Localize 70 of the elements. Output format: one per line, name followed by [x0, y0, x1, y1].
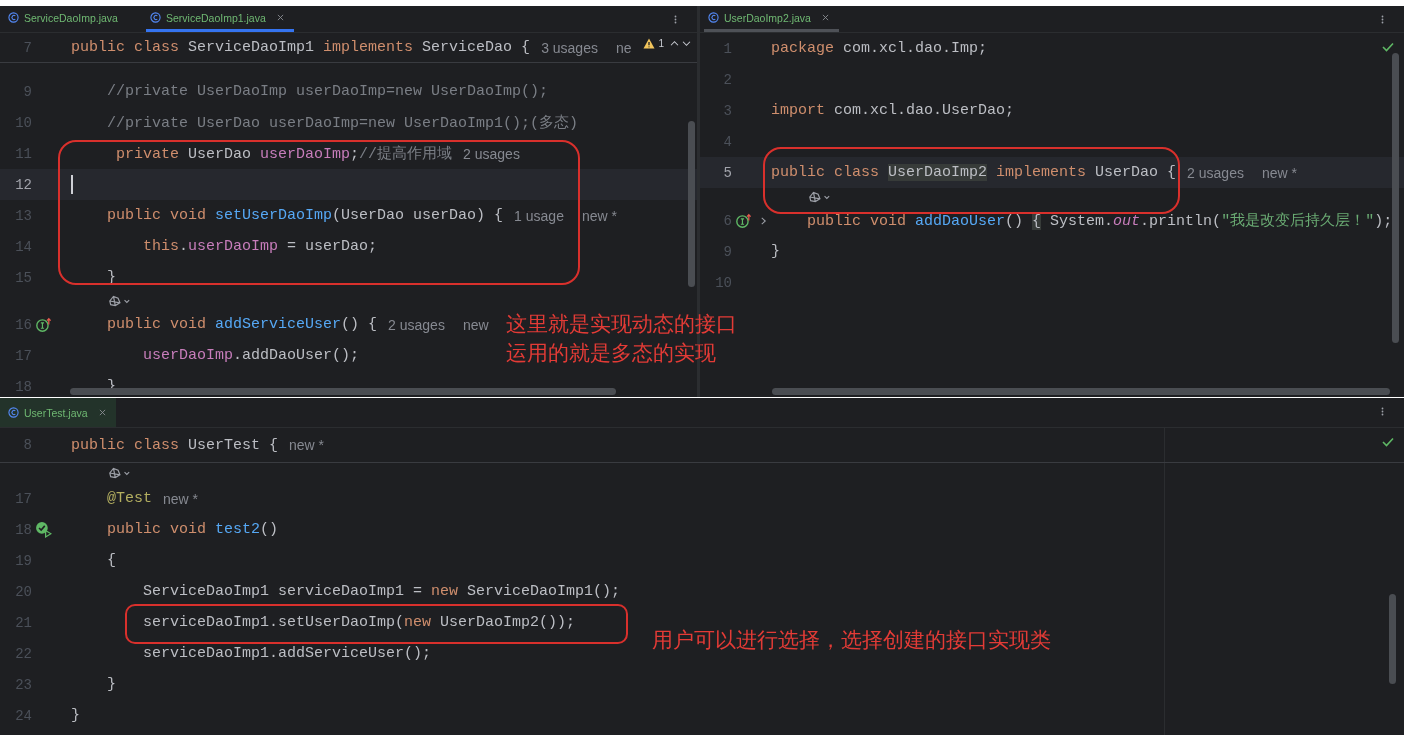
close-icon[interactable] — [821, 14, 829, 21]
code-line: package com.xcl.dao.Imp; — [771, 40, 988, 57]
usage-hint[interactable]: 2 usages — [1187, 164, 1244, 181]
class-icon — [708, 12, 719, 23]
code-line: } — [771, 243, 780, 260]
usage-hint[interactable]: 2 usages — [463, 145, 520, 162]
usage-hint[interactable]: new — [462, 316, 489, 333]
usage-hint[interactable]: 2 usages — [388, 316, 445, 333]
class-icon — [149, 12, 161, 23]
assistant-icon[interactable] — [107, 294, 131, 308]
class-icon — [8, 12, 19, 23]
scrollbar[interactable] — [1389, 594, 1396, 684]
chevron-up-icon[interactable] — [670, 40, 679, 47]
scrollbar[interactable] — [688, 121, 695, 287]
code-line: serviceDaoImp1.addServiceUser(); — [143, 645, 432, 662]
check-icon[interactable] — [1382, 437, 1394, 447]
code-line: serviceDaoImp1.setUserDaoImp(new UserDaoImp2()); — [143, 614, 576, 631]
editor-tab[interactable]: UserTest.java — [0, 398, 116, 427]
usage-hint[interactable]: 1 usage — [514, 207, 564, 224]
more-icon[interactable] — [1381, 406, 1384, 417]
check-icon[interactable] — [1382, 42, 1394, 52]
line-number: 5 — [722, 164, 732, 181]
code-line: @Test — [107, 490, 152, 507]
usage-hint[interactable]: new * — [1261, 164, 1297, 181]
code-line: public void addServiceUser() { — [107, 316, 378, 333]
more-icon[interactable] — [1381, 14, 1384, 25]
chevron-right-icon[interactable] — [760, 215, 767, 226]
warning-icon[interactable] — [643, 38, 656, 49]
code-line: } — [71, 707, 80, 724]
editor-tab[interactable]: UserDaoImp2.java — [704, 6, 839, 32]
usage-hint[interactable]: 3 usages — [541, 39, 598, 56]
code-line: public class UserTest { — [71, 436, 279, 454]
code-line: ServiceDaoImp1 serviceDaoImp1 = new ServiceDaoImp1(); — [143, 583, 621, 600]
more-icon[interactable] — [674, 14, 677, 25]
scrollbar[interactable] — [772, 388, 1390, 395]
editor-tab[interactable]: ServiceDaoImp.java — [4, 6, 128, 32]
assistant-icon[interactable] — [807, 189, 831, 204]
code-line: import com.xcl.dao.UserDao; — [771, 102, 1015, 119]
code-line: //private UserDaoImp userDaoImp=new UserDaoImp(); — [107, 83, 549, 100]
editor-tab[interactable]: ServiceDaoImp1.java — [145, 6, 294, 32]
code-line: private UserDao userDaoImp;//提高作用域 — [115, 144, 453, 163]
code-line: } — [107, 676, 116, 693]
usage-hint[interactable]: new * — [289, 437, 325, 453]
code-line: public class ServiceDaoImp1 implements ServiceDao { — [71, 39, 531, 56]
annotation-note: 这里就是实现动态的接口 运用的就是多态的实现 — [506, 311, 737, 367]
code-line: { — [107, 552, 116, 569]
code-line: public void addDaoUser() { System.out.println("我是改变后持久层！"); — [807, 211, 1393, 230]
class-icon — [8, 407, 19, 418]
code-line: public void setUserDaoImp(UserDao userDao) { — [107, 207, 504, 224]
implementation-icon[interactable] — [735, 213, 752, 228]
line-number: 12 — [14, 176, 32, 193]
code-line: userDaoImp.addDaoUser(); — [143, 347, 360, 364]
close-icon[interactable] — [276, 14, 284, 21]
implementation-icon[interactable] — [35, 317, 52, 332]
run-test-icon[interactable] — [35, 521, 52, 538]
code-line: public class UserDaoImp2 implements UserDao { — [771, 164, 1177, 181]
text-cursor — [71, 175, 73, 194]
assistant-icon[interactable] — [107, 466, 131, 480]
code-line: this.userDaoImp = userDao; — [143, 238, 378, 255]
chevron-down-icon[interactable] — [682, 40, 691, 47]
close-icon[interactable] — [98, 409, 106, 416]
code-line: public void test2() — [107, 521, 279, 538]
code-line: //private UserDao userDaoImp=new UserDaoImp1();(多态) — [107, 113, 579, 132]
annotation-note: 用户可以进行选择，选择创建的接口实现类 — [652, 627, 1051, 654]
warning-count[interactable]: 1 — [658, 38, 664, 49]
usage-hint[interactable]: ne — [615, 39, 632, 56]
usage-hint[interactable]: new * — [581, 207, 617, 224]
usage-hint[interactable]: new * — [163, 490, 199, 507]
scrollbar[interactable] — [70, 388, 616, 395]
scrollbar[interactable] — [1392, 53, 1399, 343]
